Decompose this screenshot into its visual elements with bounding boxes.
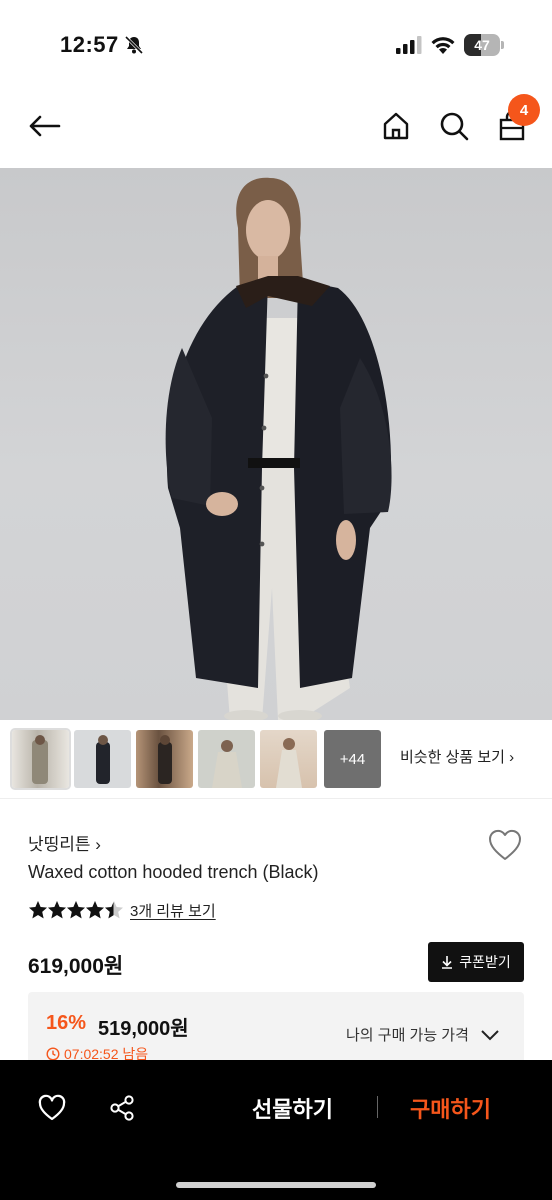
search-button[interactable]	[434, 106, 474, 146]
discount-price: 519,000원	[98, 1018, 189, 1040]
signal-icon	[396, 36, 422, 54]
coupon-button[interactable]: 쿠폰받기	[428, 942, 524, 982]
home-icon	[383, 112, 409, 140]
thumbnail-5[interactable]	[260, 730, 317, 788]
clock-icon	[46, 1047, 60, 1061]
heart-icon	[38, 1094, 66, 1121]
model-photo	[165, 177, 392, 720]
wifi-icon	[431, 37, 455, 54]
divider	[0, 798, 552, 799]
star-rating-icon	[29, 901, 123, 919]
product-title: Waxed cotton hooded trench (Black)	[28, 862, 319, 882]
thumbnail-2[interactable]	[74, 730, 131, 788]
status-time: 12:57	[60, 32, 119, 57]
similar-products-link[interactable]: 비슷한 상품 보기 ›	[400, 746, 514, 767]
buy-button[interactable]: 구매하기	[410, 1092, 491, 1124]
share-button[interactable]	[102, 1088, 142, 1128]
heart-icon	[488, 829, 522, 860]
home-indicator	[176, 1182, 376, 1188]
bottom-wishlist-button[interactable]	[32, 1088, 72, 1128]
rating-row: 3개 리뷰 보기	[28, 898, 216, 922]
thumbnail-4[interactable]	[198, 730, 255, 788]
bell-off-icon	[124, 35, 144, 55]
wishlist-button[interactable]	[486, 826, 524, 864]
battery-icon: 47	[464, 34, 504, 56]
search-icon	[440, 112, 469, 141]
top-nav	[0, 84, 552, 168]
battery-level-text: 47	[474, 37, 490, 53]
product-main-image[interactable]	[0, 168, 552, 720]
thumbnail-more[interactable]: +44	[324, 730, 381, 788]
brand-link[interactable]: 낫띵리튼 ›	[28, 830, 101, 855]
chevron-down-icon	[481, 1029, 499, 1040]
back-arrow-icon	[29, 115, 61, 137]
review-link[interactable]: 3개 리뷰 보기	[130, 900, 216, 921]
original-price: 619,000원	[28, 955, 124, 978]
share-icon	[110, 1095, 134, 1121]
gift-button[interactable]: 선물하기	[252, 1092, 333, 1124]
status-bar: 12:57 47	[0, 0, 552, 80]
back-button[interactable]	[24, 106, 64, 146]
bottom-action-bar: 선물하기 구매하기	[0, 1060, 552, 1200]
thumbnail-3[interactable]	[136, 730, 193, 788]
download-icon	[442, 956, 453, 969]
my-price-toggle[interactable]: 나의 구매 가능 가격	[346, 1024, 501, 1045]
home-button[interactable]	[376, 106, 416, 146]
divider	[377, 1096, 378, 1118]
discount-rate: 16%	[46, 1012, 87, 1034]
coupon-label: 쿠폰받기	[459, 954, 511, 970]
my-price-label: 나의 구매 가능 가격	[346, 1027, 469, 1044]
thumbnail-strip: +44 비슷한 상품 보기 ›	[10, 728, 552, 790]
cart-count-badge: 4	[508, 94, 540, 126]
thumbnail-1[interactable]	[10, 728, 71, 790]
